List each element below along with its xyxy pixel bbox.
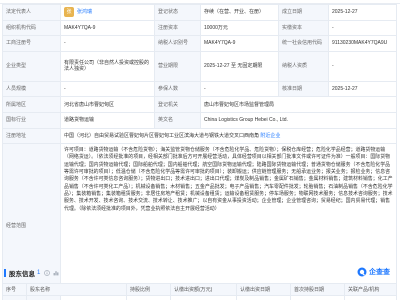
section-tools bbox=[44, 270, 59, 276]
est-date-label: 成立日期 bbox=[278, 4, 329, 21]
reg-capital-label: 注册资本 bbox=[154, 19, 201, 37]
est-date-value: 2025-12-27 bbox=[328, 4, 397, 21]
table-row: 法定代表人 张 张鸿瑞 登记状态 存续（在营、开业、在册） 成立日期 2025-… bbox=[2, 4, 397, 21]
reg-status-label: 登记状态 bbox=[154, 4, 201, 21]
insured-label: 参保人数 bbox=[154, 80, 201, 98]
business-info-table: 法定代表人 张 张鸿瑞 登记状态 存续（在营、开业、在册） 成立日期 2025-… bbox=[2, 4, 397, 300]
watermark: 企查查 bbox=[357, 267, 390, 277]
info-icon[interactable] bbox=[44, 270, 51, 276]
col-shareholder-name: 股东名称 bbox=[26, 283, 127, 296]
col-first-hold-date[interactable]: 首次持股日期 bbox=[290, 283, 345, 296]
credit-code-label: 统一社会信用代码 bbox=[278, 35, 329, 52]
staff-value: - bbox=[60, 80, 155, 98]
table-row: 所属地区 河北省唐山市曹妃甸区 登记机关 唐山市曹妃甸区市场监督管理局 bbox=[2, 96, 397, 113]
authority-value: 唐山市曹妃甸区市场监督管理局 bbox=[200, 96, 397, 113]
credit-code-value: 91130230MAK4Y7QA9U bbox=[328, 35, 397, 52]
address-value: 中国（河北）自由贸易试验区曹妃甸片区曹妃甸工业区滨海大道与钢铁大道交叉口西南角 bbox=[64, 132, 260, 139]
table-row: 人员规模 - 参保人数 - 核准日期 2025-12-27 bbox=[2, 80, 397, 98]
company-type-value: 有限责任公司（非自然人投资或控股的法人独资） bbox=[60, 50, 155, 82]
region-label: 所属地区 bbox=[2, 96, 61, 113]
section-accent-bar bbox=[4, 269, 6, 277]
taxpayer-no-value: MAK4Y7QA-9 bbox=[200, 35, 279, 52]
english-name-label: 英文名 bbox=[154, 111, 201, 129]
taxpayer-qual-value: - bbox=[328, 50, 397, 82]
shareholder-table: 序号 股东名称 持股比例 认缴出资额(万元) 认缴出资日期 首次持股日期 关联产… bbox=[2, 283, 397, 300]
legal-rep-label: 法定代表人 bbox=[2, 4, 61, 21]
table-row: 国标行业 道路货物运输 英文名 China Logistics Group He… bbox=[2, 111, 397, 129]
english-name-value: China Logistics Group Hebei Co., Ltd. bbox=[200, 111, 397, 129]
paid-capital-value: - bbox=[328, 19, 397, 37]
table-row: 注册地址 中国（河北）自由贸易试验区曹妃甸片区曹妃甸工业区滨海大道与钢铁大道交叉… bbox=[2, 127, 397, 145]
staff-label: 人员规模 bbox=[2, 80, 61, 98]
table-header-row: 序号 股东名称 持股比例 认缴出资额(万元) 认缴出资日期 首次持股日期 关联产… bbox=[2, 283, 397, 296]
region-value: 河北省唐山市曹妃甸区 bbox=[60, 96, 155, 113]
paid-capital-label: 实缴资本 bbox=[278, 19, 329, 37]
shareholder-section-header: 股东信息 1 bbox=[0, 264, 400, 282]
taxpayer-qual-label: 纳税人资质 bbox=[278, 50, 329, 82]
taxpayer-no-label: 纳税人识别号 bbox=[154, 35, 201, 52]
section-title: 股东信息 bbox=[9, 271, 35, 278]
col-related-products: 关联产品/机构 bbox=[344, 283, 397, 296]
legal-rep-link[interactable]: 张鸿瑞 bbox=[77, 9, 92, 15]
biz-reg-label: 工商注册号 bbox=[2, 35, 61, 52]
biz-reg-value: - bbox=[60, 35, 155, 52]
table-row bbox=[2, 295, 397, 300]
scope-value: 许可项目：道路货物运输（不含危险货物）；海关监管货物仓储服务（不含危险化学品、危… bbox=[64, 148, 393, 212]
col-subscribed-date[interactable]: 认缴出资日期 bbox=[236, 283, 291, 296]
reg-capital-value: 10000万元 bbox=[200, 19, 279, 37]
term-value: 2025-12-27 至 无固定期限 bbox=[200, 50, 279, 82]
table-row: 企业类型 有限责任公司（非自然人投资或控股的法人独资） 营业期限 2025-12… bbox=[2, 50, 397, 82]
approval-value: 2025-12-27 bbox=[328, 80, 397, 98]
industry-value: 道路货物运输 bbox=[60, 111, 155, 129]
watermark-text: 企查查 bbox=[369, 269, 390, 276]
legal-rep-cell: 张 张鸿瑞 bbox=[60, 4, 155, 21]
table-row: 工商注册号 - 纳税人识别号 MAK4Y7QA-9 统一社会信用代码 91130… bbox=[2, 35, 397, 52]
avatar: 张 bbox=[64, 7, 74, 18]
address-label: 注册地址 bbox=[2, 127, 61, 145]
approval-label: 核准日期 bbox=[278, 80, 329, 98]
industry-label: 国标行业 bbox=[2, 111, 61, 129]
term-label: 营业期限 bbox=[154, 50, 201, 82]
table-row: 组织机构代码 MAK4Y7QA-9 注册资本 10000万元 实缴资本 - bbox=[2, 19, 397, 37]
qichacha-logo-icon bbox=[357, 267, 367, 277]
org-code-value: MAK4Y7QA-9 bbox=[60, 19, 155, 37]
chart-icon[interactable] bbox=[53, 270, 59, 276]
reg-status-value: 存续（在营、开业、在册） bbox=[200, 4, 279, 21]
company-type-label: 企业类型 bbox=[2, 50, 61, 82]
col-share-ratio[interactable]: 持股比例 bbox=[126, 283, 171, 296]
col-subscribed-amount[interactable]: 认缴出资额(万元) bbox=[170, 283, 237, 296]
nearby-companies-link[interactable]: 附近企业 bbox=[260, 133, 280, 139]
section-count: 1 bbox=[37, 270, 41, 276]
address-cell: 中国（河北）自由贸易试验区曹妃甸片区曹妃甸工业区滨海大道与钢铁大道交叉口西南角 … bbox=[60, 127, 397, 145]
authority-label: 登记机关 bbox=[154, 96, 201, 113]
col-index: 序号 bbox=[2, 283, 27, 296]
insured-value: - bbox=[200, 80, 279, 98]
org-code-label: 组织机构代码 bbox=[2, 19, 61, 37]
